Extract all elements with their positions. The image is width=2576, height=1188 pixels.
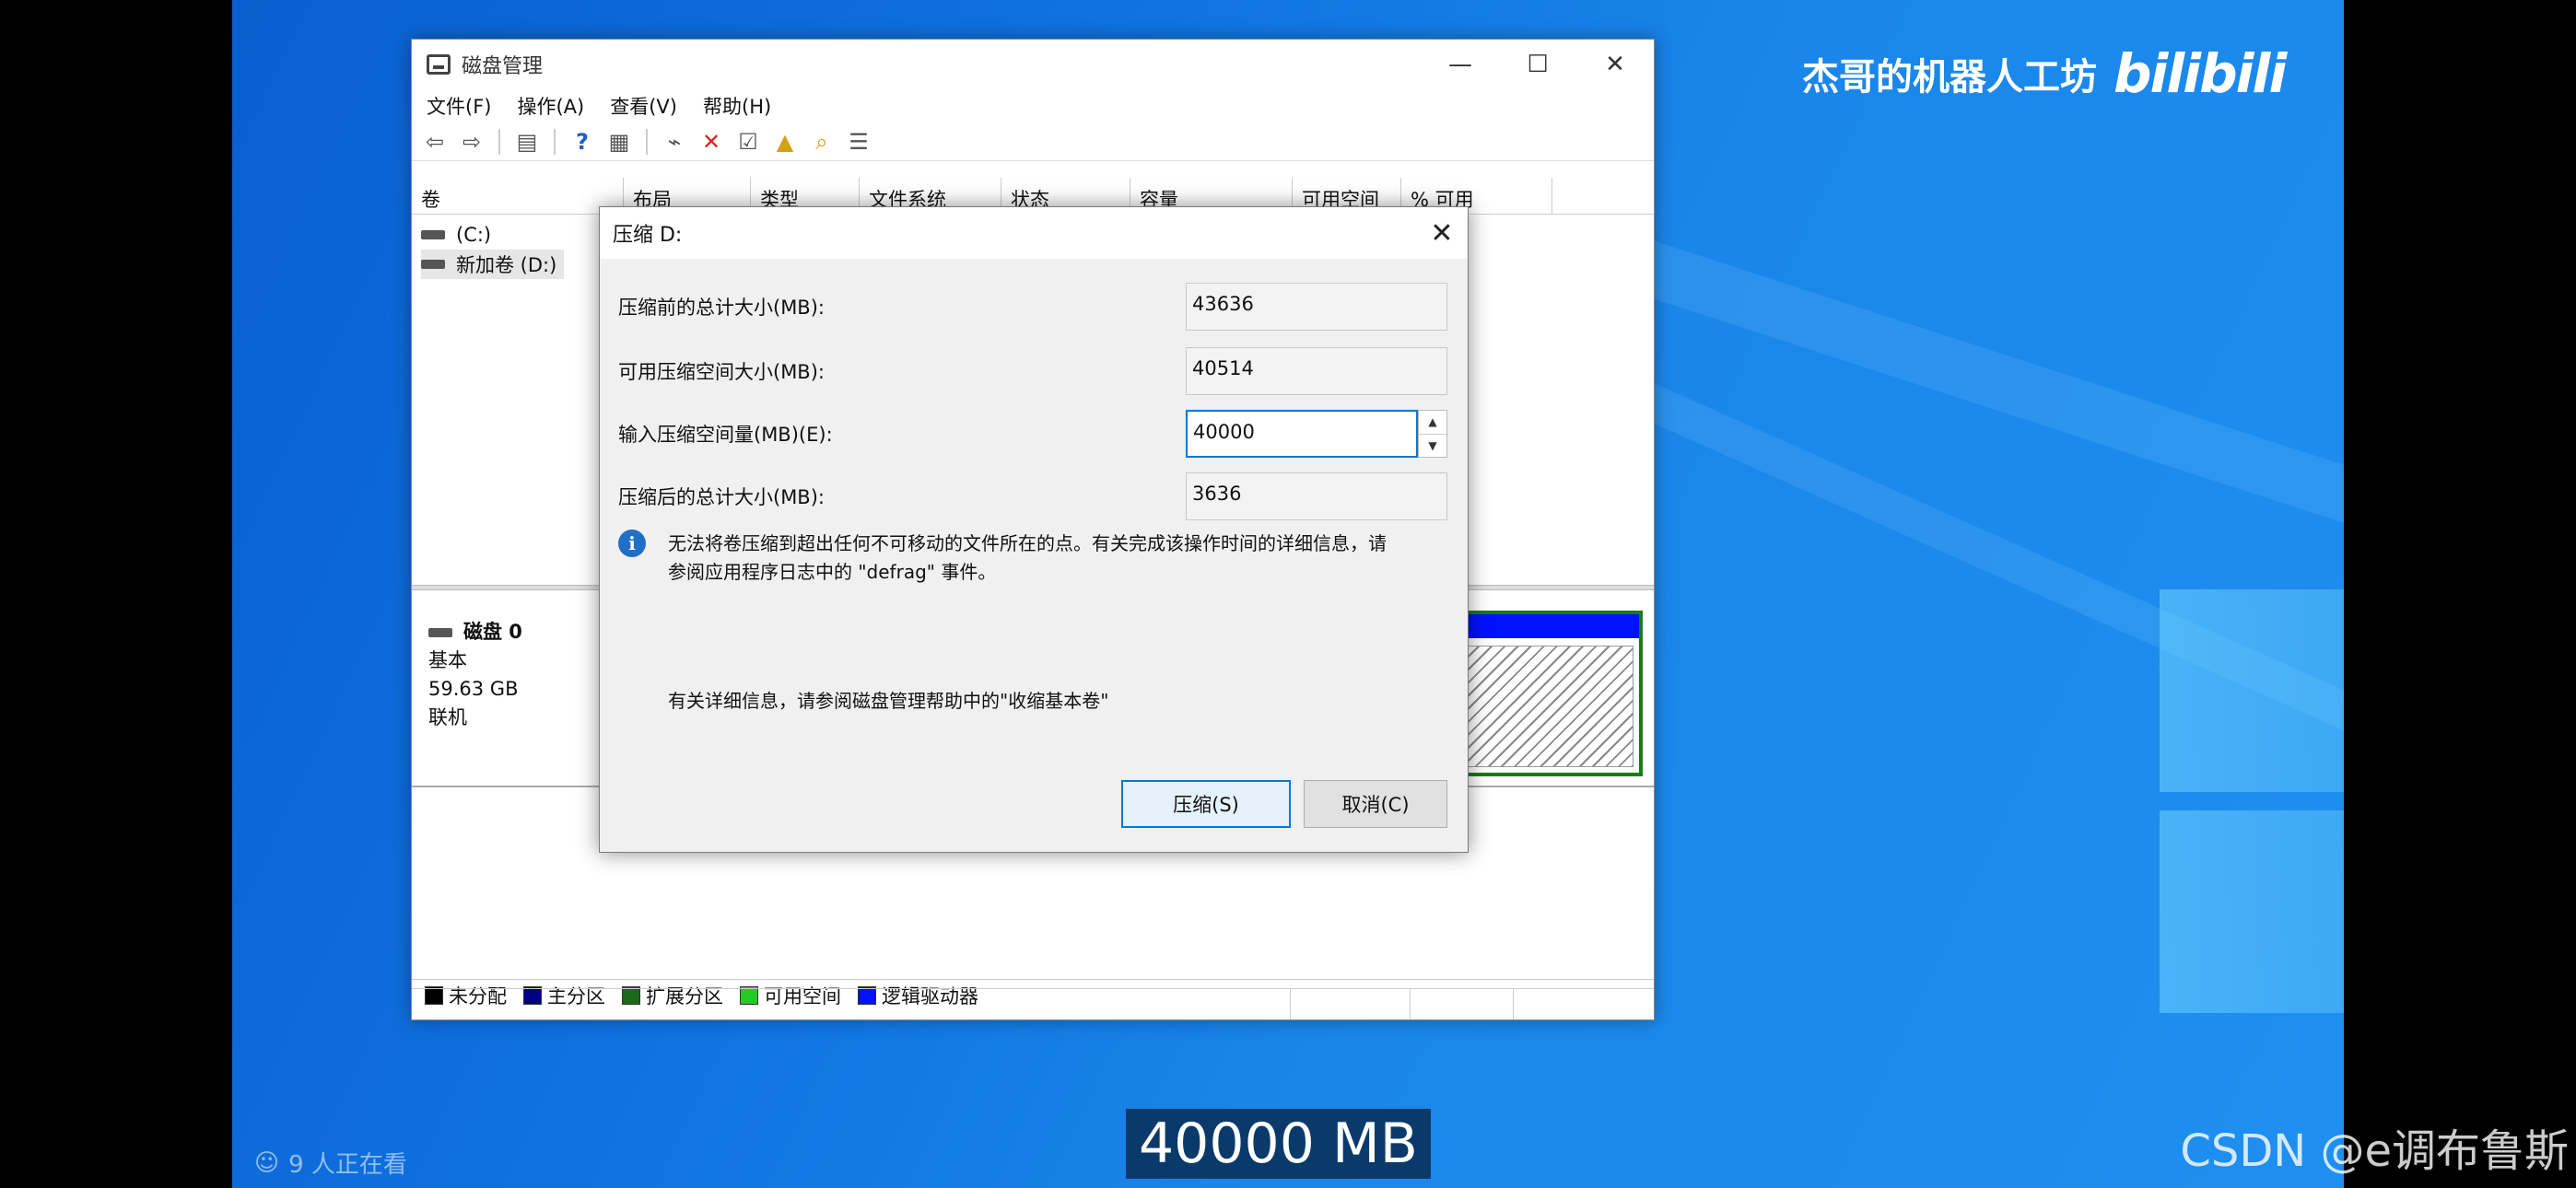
windows-logo-pane (2160, 589, 2344, 792)
cancel-button[interactable]: 取消(C) (1304, 780, 1447, 828)
status-cell (1291, 989, 1411, 1019)
shrink-amount-input[interactable]: 40000 (1186, 410, 1418, 458)
disk-status: 联机 (428, 706, 467, 728)
dialog-title: 压缩 D: (613, 224, 683, 247)
toolbar: ⇦ ⇨ ▤ ? ▦ ⌁ ✕ ☑ ▲ ⌕ ☰ (412, 122, 1654, 161)
folder-up-icon[interactable]: ▲ (771, 128, 799, 156)
volume-name: 新加卷 (D:) (456, 254, 557, 276)
bilibili-logo: bilibili (2113, 42, 2287, 105)
shrink-button[interactable]: 压缩(S) (1121, 780, 1291, 828)
help-icon[interactable]: ? (568, 128, 596, 156)
total-after-label: 压缩后的总计大小(MB): (618, 486, 825, 508)
viewers-icon: ☺ (254, 1148, 280, 1177)
menu-view[interactable]: 查看(V) (610, 92, 677, 120)
viewer-count: ☺ 9 人正在看 (254, 1146, 407, 1180)
properties-icon[interactable]: ☑ (734, 128, 762, 156)
spin-down-icon[interactable]: ▼ (1419, 435, 1446, 458)
connect-icon[interactable]: ⌁ (661, 128, 688, 156)
spin-up-icon[interactable]: ▲ (1419, 411, 1446, 435)
partition-block[interactable] (1457, 611, 1643, 776)
partition-selected-hatch (1466, 646, 1633, 767)
dialog-title-bar: 压缩 D: ✕ (600, 207, 1468, 259)
info-message: i 无法将卷压缩到超出任何不可移动的文件所在的点。有关完成该操作时间的详细信息，… (618, 530, 1447, 587)
info-line-2: 参阅应用程序日志中的 "defrag" 事件。 (668, 561, 997, 583)
info-icon: i (618, 530, 646, 557)
list-item[interactable]: (C:) (421, 220, 564, 250)
list-icon[interactable]: ☰ (845, 128, 872, 156)
disk-info[interactable]: 磁盘 0 基本 59.63 GB 联机 (412, 609, 596, 793)
info-line-1: 无法将卷压缩到超出任何不可移动的文件所在的点。有关完成该操作时间的详细信息，请 (668, 532, 1387, 554)
list-item[interactable]: 新加卷 (D:) (421, 250, 565, 279)
viewer-count-text: 9 人正在看 (288, 1151, 407, 1179)
disk-size: 59.63 GB (428, 678, 519, 700)
close-button[interactable]: ✕ (1576, 40, 1654, 89)
bilibili-watermark: 杰哥的机器人工坊 bilibili (1802, 42, 2287, 105)
shrink-dialog: 压缩 D: ✕ 压缩前的总计大小(MB): 43636 可用压缩空间大小(MB)… (599, 206, 1469, 853)
console-tree-icon[interactable]: ▤ (513, 128, 541, 156)
disk-type: 基本 (428, 649, 467, 671)
disk-management-icon (427, 54, 451, 75)
total-before-label: 压缩前的总计大小(MB): (618, 297, 825, 319)
disk-icon (428, 627, 452, 637)
volume-name: (C:) (456, 224, 492, 246)
menu-action[interactable]: 操作(A) (517, 92, 584, 120)
column-volume[interactable]: 卷 (412, 178, 624, 214)
video-subtitle: 40000 MB (1126, 1109, 1431, 1179)
toolbar-separator (646, 128, 648, 155)
windows-logo-pane (2160, 810, 2344, 1013)
title-bar: 磁盘管理 — ☐ ✕ (412, 40, 1654, 89)
csdn-watermark: CSDN @e调布鲁斯 (2180, 1125, 2569, 1177)
back-arrow-icon[interactable]: ⇦ (421, 128, 449, 156)
partition-header-bar (1460, 614, 1639, 638)
status-cell (412, 989, 1291, 1019)
total-after-value: 3636 (1186, 472, 1447, 520)
input-label: 输入压缩空间量(MB)(E): (618, 424, 833, 446)
total-before-value: 43636 (1186, 283, 1447, 331)
available-value: 40514 (1186, 347, 1447, 395)
toolbar-separator (498, 128, 500, 155)
available-label: 可用压缩空间大小(MB): (618, 361, 825, 383)
status-bar (412, 988, 1654, 1019)
menu-help[interactable]: 帮助(H) (703, 92, 771, 120)
drive-icon (421, 260, 445, 269)
delete-icon[interactable]: ✕ (697, 128, 725, 156)
search-folder-icon[interactable]: ⌕ (808, 128, 836, 156)
shrink-amount-stepper[interactable]: ▲ ▼ (1418, 410, 1447, 458)
forward-arrow-icon[interactable]: ⇨ (458, 128, 486, 156)
minimize-button[interactable]: — (1422, 40, 1499, 89)
watermark-text: 杰哥的机器人工坊 (1802, 56, 2097, 99)
window-title: 磁盘管理 (462, 55, 544, 78)
menu-file[interactable]: 文件(F) (427, 92, 491, 120)
toolbar-separator (554, 128, 556, 155)
help-link-text: 有关详细信息，请参阅磁盘管理帮助中的"收缩基本卷" (668, 690, 1109, 712)
disk-name: 磁盘 0 (463, 621, 522, 643)
volume-list: (C:) 新加卷 (D:) (421, 220, 565, 279)
maximize-button[interactable]: ☐ (1499, 40, 1576, 89)
drive-icon (421, 230, 445, 239)
dialog-close-button[interactable]: ✕ (1416, 217, 1468, 250)
menu-bar: 文件(F) 操作(A) 查看(V) 帮助(H) (412, 89, 1654, 122)
view-icon[interactable]: ▦ (605, 128, 633, 156)
status-cell (1411, 989, 1514, 1019)
